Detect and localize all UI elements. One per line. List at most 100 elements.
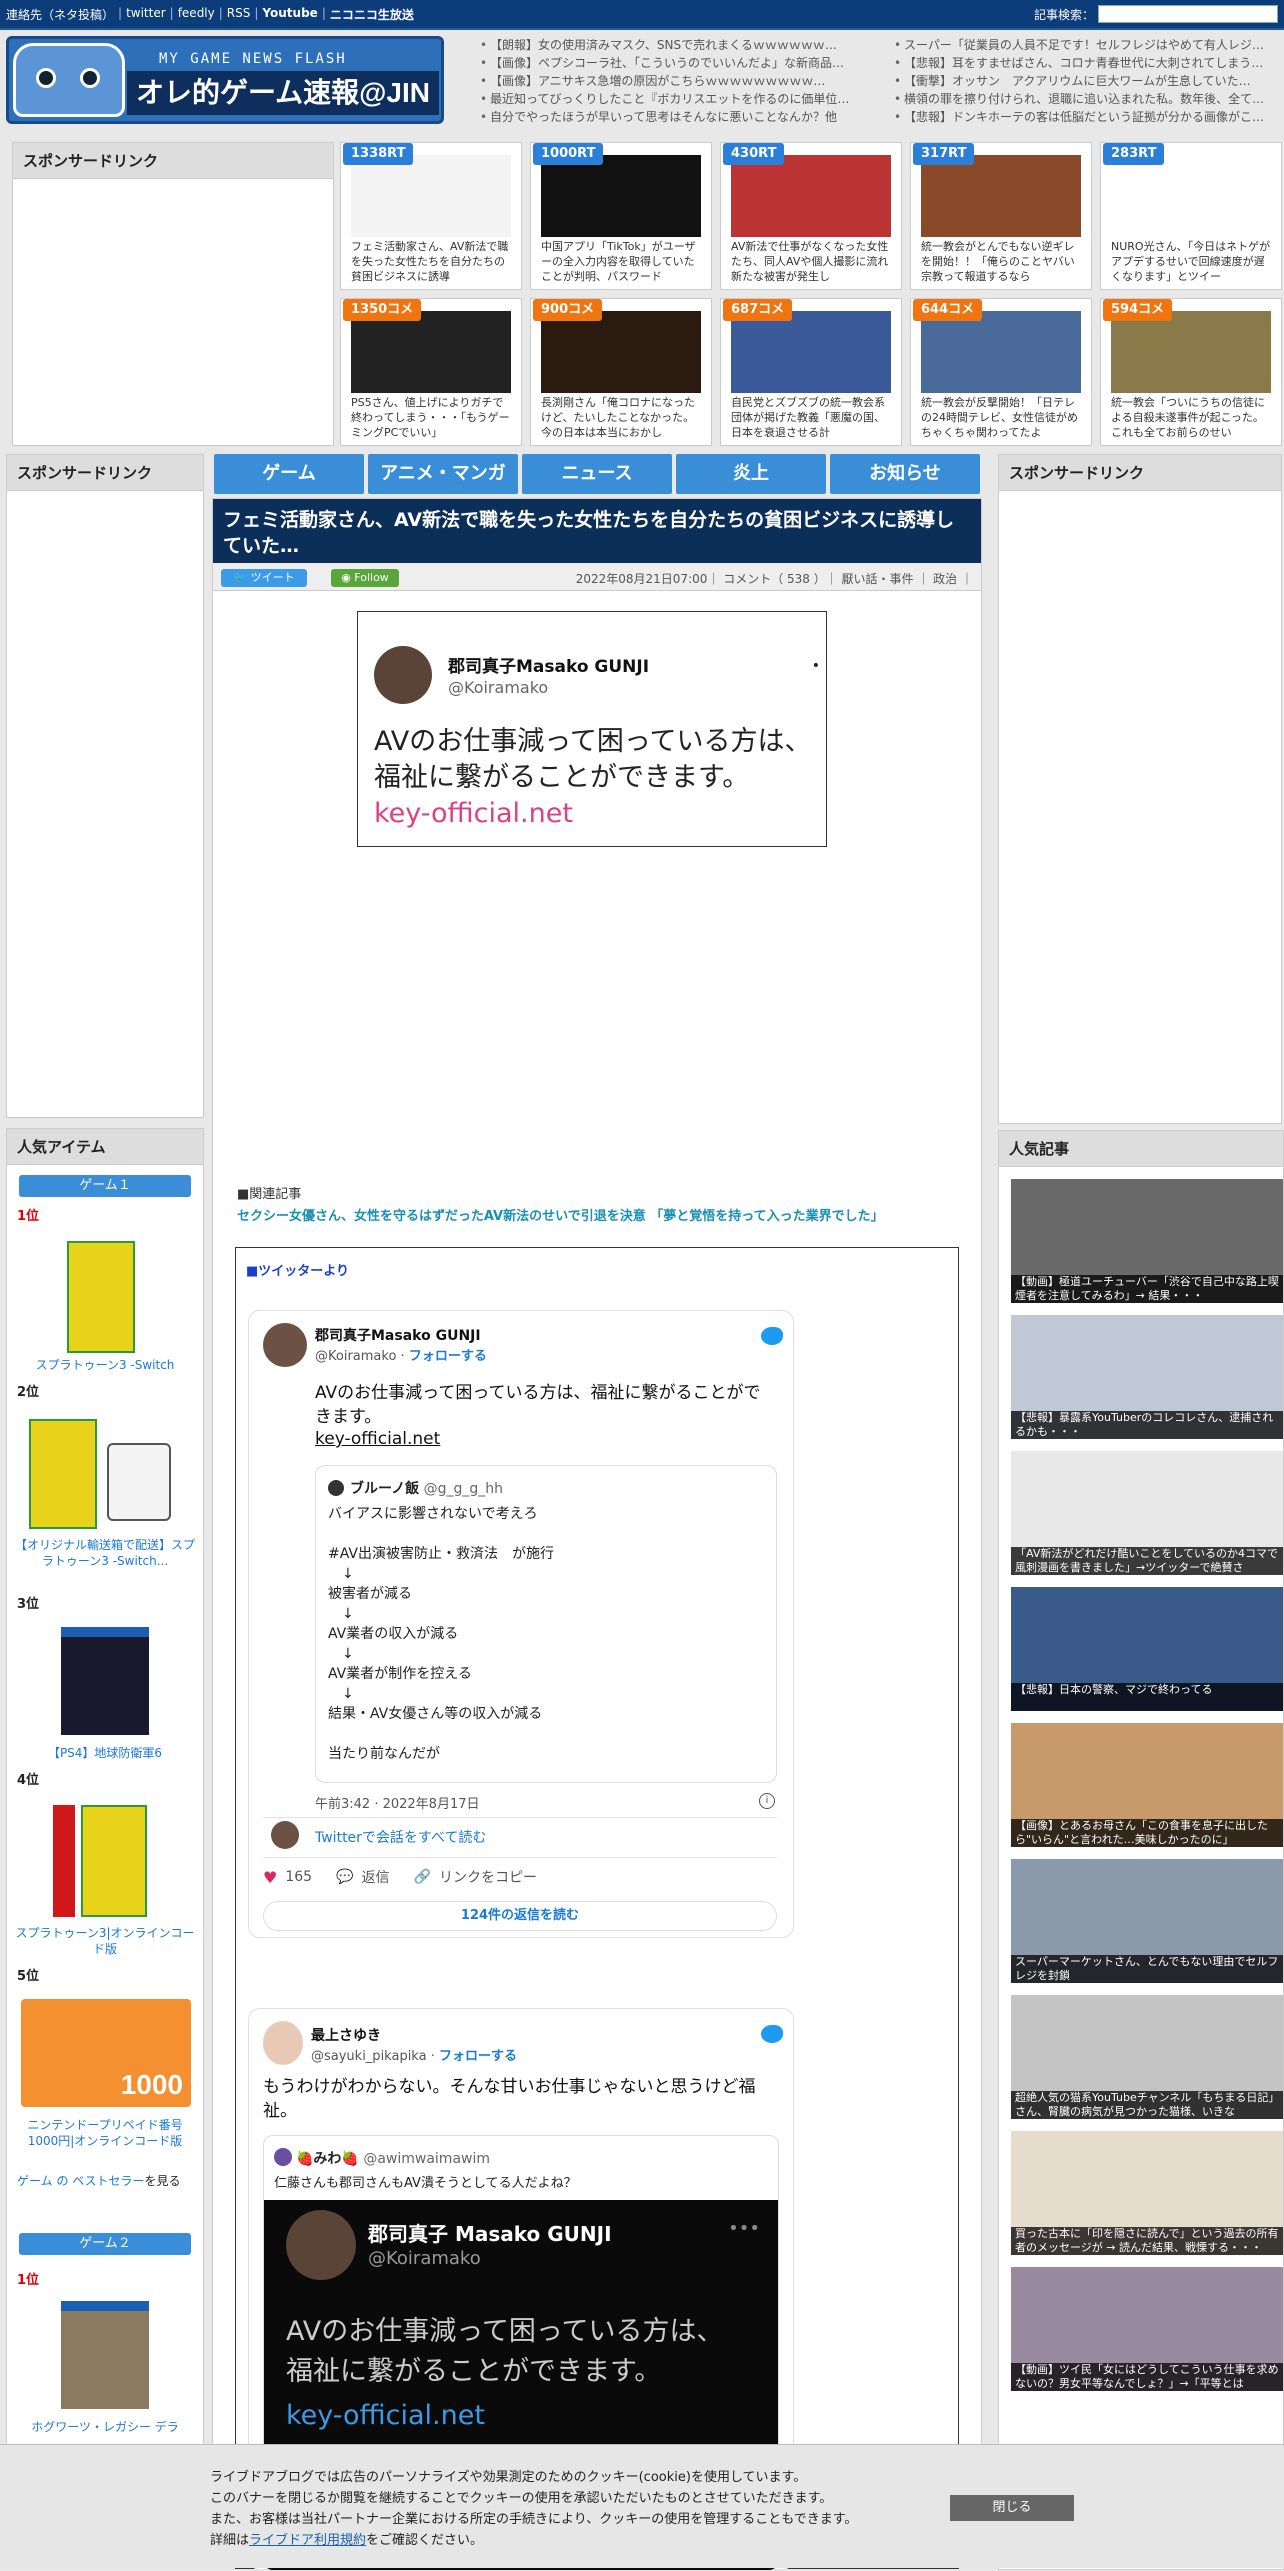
thumb-title[interactable]: 自民党とズブズブの統一教会系団体が掲げた教義「悪魔の国、日本を衰退させる計 xyxy=(731,395,893,441)
thumb-title[interactable]: フェミ活動家さん、AV新法で職を失った女性たちを自分たちの貧困ビジネスに誘導 xyxy=(351,239,513,285)
thumb-image[interactable] xyxy=(1111,311,1271,393)
headline-link[interactable]: 【画像】ペプシコーラ社、「こういうのでいいんだよ」な新商品… xyxy=(478,54,892,72)
popular-article[interactable]: 【悲報】日本の警察、マジで終わってる xyxy=(1011,1587,1283,1711)
ranking-thumb[interactable]: 594コメ 統一教会「ついにうちの信徒による自殺未遂事件が起こった。これも全てお前… xyxy=(1100,298,1282,446)
thumb-title[interactable]: AV新法で仕事がなくなった女性たち、同人AVや個人撮影に流れ新たな被害が発生し xyxy=(731,239,893,285)
ranking-thumb[interactable]: 900コメ 長渕剛さん「俺コロナになったけど、たいしたことなかった。今の日本は本当… xyxy=(530,298,712,446)
heart-icon[interactable]: ♥ xyxy=(263,1868,277,1887)
tweet-author-name[interactable]: 最上さゆき xyxy=(311,2025,381,2045)
tweet-time[interactable]: 午前3:42 · 2022年8月17日 xyxy=(315,1793,480,1812)
avatar[interactable] xyxy=(263,2021,303,2065)
info-icon[interactable]: i xyxy=(759,1793,775,1809)
thumb-image[interactable] xyxy=(351,155,511,237)
ranking-thumb[interactable]: 283RT NURO光さん、「今日はネトゲがアプデするせいで回線速度が遅くなります… xyxy=(1100,142,1282,290)
ranking-thumb[interactable]: 1350コメ PS5さん、値上げによりガチで終わってしまう・・・「もうゲーミングP… xyxy=(340,298,522,446)
thumb-image[interactable] xyxy=(921,155,1081,237)
item-image[interactable] xyxy=(29,1419,97,1529)
nav-game[interactable]: ゲーム xyxy=(214,454,364,494)
ranking-thumb[interactable]: 1338RT フェミ活動家さん、AV新法で職を失った女性たちを自分たちの貧困ビジネ… xyxy=(340,142,522,290)
article-caption[interactable]: 【悲報】日本の警察、マジで終わってる xyxy=(1011,1683,1283,1711)
popular-article[interactable]: 【動画】極道ユーチューバー「渋谷で自己中な路上喫煙者を注意してみるわ」→ 結果・… xyxy=(1011,1179,1283,1303)
twitter-logo-icon[interactable] xyxy=(761,2025,783,2043)
reply-icon[interactable]: 💬 xyxy=(336,1869,353,1885)
item-link[interactable]: 【オリジナル輸送箱で配送】スプラトゥーン3 -Switch... xyxy=(15,1537,195,1569)
reply-label[interactable]: 返信 xyxy=(362,1867,390,1887)
site-logo[interactable]: MY GAME NEWS FLASH オレ的ゲーム速報@JIN xyxy=(6,36,444,124)
related-article-link[interactable]: セクシー女優さん、女性を守るはずだったAV新法のせいで引退を決意 「夢と覚悟を持… xyxy=(237,1205,884,1224)
search-input[interactable] xyxy=(1098,5,1278,23)
feedly-link[interactable]: feedly xyxy=(178,6,215,23)
bestseller-link[interactable]: ゲーム の ベストセラー xyxy=(17,2174,145,2188)
item-image[interactable] xyxy=(67,1241,135,1353)
thumb-image[interactable] xyxy=(731,155,891,237)
thumb-title[interactable]: 統一教会が反撃開始！「日テレの24時間テレビ、女性信徒がめちゃくちゃ関わってたよ xyxy=(921,395,1083,441)
thumb-title[interactable]: NURO光さん、「今日はネトゲがアプデするせいで回線速度が遅くなります」とツイー xyxy=(1111,239,1273,285)
item-image[interactable]: 1000 xyxy=(21,1999,191,2107)
item-link[interactable]: ニンテンドープリペイド番号 1000円|オンラインコード版 xyxy=(15,2117,195,2149)
article-caption[interactable]: 「AV新法がどれだけ酷いことをしているのか4コマで風刺漫画を書きました」→ツイッ… xyxy=(1011,1547,1283,1575)
follow-link[interactable]: フォローする xyxy=(439,2049,517,2064)
youtube-link[interactable]: Youtube xyxy=(262,6,317,23)
like-count[interactable]: 165 xyxy=(285,1869,312,1885)
article-caption[interactable]: 【悲報】暴露系YouTuberのコレコレさん、逮捕されるかも・・・ xyxy=(1011,1411,1283,1439)
thumb-title[interactable]: PS5さん、値上げによりガチで終わってしまう・・・「もうゲーミングPCでいい」 xyxy=(351,395,513,441)
headline-link[interactable]: 最近知ってびっくりしたこと『ボカリスエットを作るのに価単位… xyxy=(478,90,892,108)
item-image[interactable] xyxy=(61,2301,149,2409)
item-image[interactable] xyxy=(61,1627,149,1735)
article-caption[interactable]: 【動画】極道ユーチューバー「渋谷で自己中な路上喫煙者を注意してみるわ」→ 結果・… xyxy=(1011,1275,1283,1303)
article-caption[interactable]: 【画像】とあるお母さん「この食事を息子に出したら"いらん"と言われた…美味しかっ… xyxy=(1011,1819,1283,1847)
ranking-thumb[interactable]: 1000RT 中国アプリ「TikTok」がユーザーの全入力内容を取得していたことが… xyxy=(530,142,712,290)
headline-link[interactable]: 【衝撃】オッサン アクアリウムに巨大ワームが生息していた… xyxy=(892,72,1284,90)
rss-link[interactable]: RSS xyxy=(227,6,251,23)
terms-link[interactable]: ライブドア利用規約 xyxy=(249,2533,366,2548)
headline-link[interactable]: 【悲報】耳をすませばさん、コロナ青春世代に大刺されてしまう… xyxy=(892,54,1284,72)
popular-article[interactable]: 「AV新法がどれだけ酷いことをしているのか4コマで風刺漫画を書きました」→ツイッ… xyxy=(1011,1451,1283,1575)
thumb-image[interactable] xyxy=(731,311,891,393)
follow-link[interactable]: フォローする xyxy=(409,1349,487,1364)
nav-anime-manga[interactable]: アニメ・マンガ xyxy=(368,454,518,494)
link-icon[interactable]: 🔗 xyxy=(414,1869,431,1885)
item-link[interactable]: ホグワーツ・レガシー デラ xyxy=(15,2419,195,2435)
ranking-thumb[interactable]: 644コメ 統一教会が反撃開始！「日テレの24時間テレビ、女性信徒がめちゃくちゃ関… xyxy=(910,298,1092,446)
nav-notice[interactable]: お知らせ xyxy=(830,454,980,494)
follow-button[interactable]: ◉ Follow xyxy=(331,569,399,587)
item-link[interactable]: スプラトゥーン3|オンラインコード版 xyxy=(15,1925,195,1957)
headline-link[interactable]: 【画像】アニサキス急増の原因がこちらｗｗｗｗｗｗｗｗｗ… xyxy=(478,72,892,90)
article-caption[interactable]: スーパーマーケットさん、とんでもない理由でセルフレジを封鎖 xyxy=(1011,1955,1283,1983)
popular-article[interactable]: 【悲報】暴露系YouTuberのコレコレさん、逮捕されるかも・・・ xyxy=(1011,1315,1283,1439)
nav-flame[interactable]: 炎上 xyxy=(676,454,826,494)
popular-article[interactable]: 【動画】ツイ民「女にはどうしてこういう仕事を求めないの？男女平等なんでしょ？」→… xyxy=(1011,2267,1283,2391)
tweet-button[interactable]: 🐦 ツイート xyxy=(221,569,307,587)
item-link[interactable]: スプラトゥーン3 -Switch xyxy=(15,1357,195,1373)
twitter-link[interactable]: twitter xyxy=(126,6,166,23)
item-image[interactable] xyxy=(107,1443,171,1521)
nav-news[interactable]: ニュース xyxy=(522,454,672,494)
headline-link[interactable]: 横領の罪を擦り付けられ、退職に追い込まれた私。数年後、全て… xyxy=(892,90,1284,108)
copy-link-label[interactable]: リンクをコピー xyxy=(439,1867,537,1887)
thumb-title[interactable]: 中国アプリ「TikTok」がユーザーの全入力内容を取得していたことが判明、パスワ… xyxy=(541,239,703,285)
cookie-close-button[interactable]: 閉じる xyxy=(950,2495,1074,2521)
article-caption[interactable]: 買った古本に「印を隠さに読んで」という過去の所有者のメッセージが → 読んだ結果… xyxy=(1011,2227,1283,2255)
thumb-image[interactable] xyxy=(541,155,701,237)
headline-link[interactable]: スーパー「従業員の人員不足です！セルフレジはやめて有人レジ… xyxy=(892,36,1284,54)
ranking-thumb[interactable]: 430RT AV新法で仕事がなくなった女性たち、同人AVや個人撮影に流れ新たな被害… xyxy=(720,142,902,290)
thumb-title[interactable]: 統一教会がとんでもない逆ギレを開始！！「俺らのことヤバい宗教って報道するなら xyxy=(921,239,1083,285)
popular-article[interactable]: 超絶人気の猫系YouTubeチャンネル「もちまる日記」さん、腎臓の病気が見つかっ… xyxy=(1011,1995,1283,2119)
quoted-tweet[interactable]: ブルーノ飯 @g_g_g_hh バイアスに影響されないで考えろ #AV出演被害防止… xyxy=(315,1465,777,1783)
article-caption[interactable]: 超絶人気の猫系YouTubeチャンネル「もちまる日記」さん、腎臓の病気が見つかっ… xyxy=(1011,2091,1283,2119)
thumb-title[interactable]: 長渕剛さん「俺コロナになったけど、たいしたことなかった。今の日本は本当におかし xyxy=(541,395,703,441)
popular-article[interactable]: 【画像】とあるお母さん「この食事を息子に出したら"いらん"と言われた…美味しかっ… xyxy=(1011,1723,1283,1847)
item-link[interactable]: 【PS4】地球防衛軍6 xyxy=(15,1745,195,1761)
contact-link[interactable]: 連絡先（ネタ投稿） xyxy=(6,6,114,23)
headline-link[interactable]: 【朗報】女の使用済みマスク、SNSで売れまくるｗｗｗｗｗｗ… xyxy=(478,36,892,54)
headline-link[interactable]: 【悲報】ドンキホーテの客は低脳だという証拠が分かる画像がこ… xyxy=(892,108,1284,126)
thumb-title[interactable]: 統一教会「ついにうちの信徒による自殺未遂事件が起こった。これも全てお前らのせい xyxy=(1111,395,1273,441)
thumb-image[interactable] xyxy=(541,311,701,393)
read-replies-button[interactable]: 124件の返信を読む xyxy=(263,1901,777,1931)
headline-link[interactable]: 自分でやったほうが早いって思考はそんなに悪いことなんか？他 xyxy=(478,108,892,126)
ranking-thumb[interactable]: 687コメ 自民党とズブズブの統一教会系団体が掲げた教義「悪魔の国、日本を衰退させ… xyxy=(720,298,902,446)
item-image[interactable] xyxy=(53,1805,75,1917)
niconico-link[interactable]: ニコニコ生放送 xyxy=(330,6,414,23)
tweet-author-name[interactable]: 郡司真子Masako GUNJI xyxy=(315,1325,481,1345)
article-caption[interactable]: 【動画】ツイ民「女にはどうしてこういう仕事を求めないの？男女平等なんでしょ？」→… xyxy=(1011,2363,1283,2391)
